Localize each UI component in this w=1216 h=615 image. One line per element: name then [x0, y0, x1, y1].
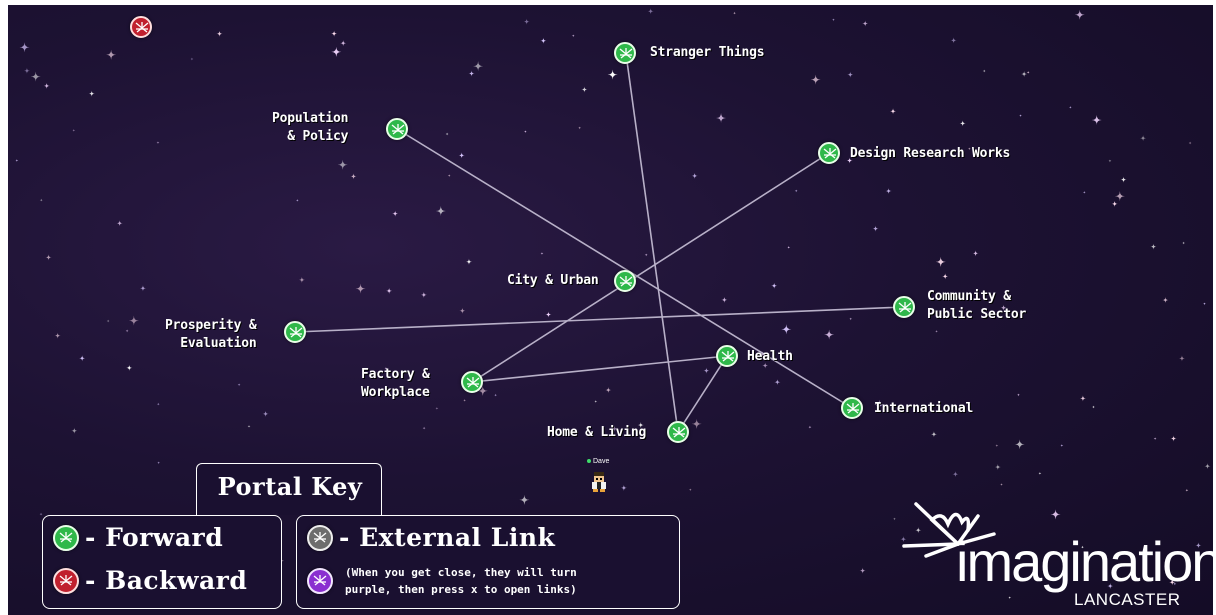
connection-line: [471, 355, 728, 383]
portal-population-policy[interactable]: [386, 118, 408, 140]
player-name: Dave: [593, 458, 610, 465]
connection-line: [625, 53, 679, 433]
portal-factory-workplace[interactable]: [461, 371, 483, 393]
connection-line: [677, 355, 728, 433]
label-line: & Policy: [287, 129, 349, 144]
key-row-external: - External Link: [307, 523, 555, 552]
portal-stranger-things[interactable]: [614, 42, 636, 64]
portal-key-directions: - Forward - Backward: [42, 515, 282, 609]
portal-home-living[interactable]: [667, 421, 689, 443]
key-external-label: - External Link: [339, 523, 556, 552]
label-line: Evaluation: [180, 336, 257, 351]
backward-portal-icon: [53, 567, 79, 594]
label-line: Workplace: [361, 385, 430, 400]
active-portal-icon: [307, 568, 333, 594]
label-line: Prosperity &: [165, 318, 257, 333]
external-link-portal-icon: [307, 524, 333, 551]
key-backward-label: - Backward: [85, 566, 248, 595]
portal-label-factory-workplace: Factory & Workplace: [361, 366, 430, 402]
portal-key-tab: Portal Key: [196, 463, 382, 515]
label-line: Factory &: [361, 367, 430, 382]
portal-design-research-works[interactable]: [818, 142, 840, 164]
player-name-tag: Dave: [587, 458, 609, 465]
portal-prosperity-evaluation[interactable]: [284, 321, 306, 343]
portal-label-health: Health: [747, 349, 793, 364]
portal-key-title: Portal Key: [217, 472, 363, 501]
portal-label-design-research-works: Design Research Works: [850, 146, 1011, 161]
portal-city-urban[interactable]: [614, 270, 636, 292]
portal-health[interactable]: [716, 345, 738, 367]
online-dot-icon: [587, 459, 591, 464]
key-row-active: (When you get close, they will turn purpl…: [307, 564, 577, 598]
key-row-backward: - Backward: [53, 566, 247, 595]
label-line: Public Sector: [927, 307, 1027, 322]
portal-label-home-living: Home & Living: [547, 425, 647, 440]
frame-edge-left: [0, 0, 8, 615]
portal-international[interactable]: [841, 397, 863, 419]
portal-label-stranger-things: Stranger Things: [650, 45, 765, 60]
key-external-note: (When you get close, they will turn purpl…: [345, 564, 577, 598]
forward-portal-icon: [53, 524, 79, 551]
portal-label-community-public-sector: Community & Public Sector: [927, 288, 1026, 324]
back-portal-icon[interactable]: [130, 16, 152, 38]
label-line: Community &: [927, 289, 1011, 304]
portal-label-city-urban: City & Urban: [507, 273, 599, 288]
note-line: purple, then press x to open links): [345, 583, 577, 596]
key-row-forward: - Forward: [53, 523, 223, 552]
label-line: Population: [272, 111, 349, 126]
logo-subtitle: LANCASTER: [1074, 590, 1181, 609]
frame-edge-top: [0, 0, 1216, 5]
imagination-lancaster-logo: imagination LANCASTER: [898, 500, 1216, 615]
player-avatar-icon: [592, 472, 606, 492]
portal-label-international: International: [874, 401, 974, 416]
note-line: (When you get close, they will turn: [345, 566, 577, 579]
portal-label-population-policy: Population & Policy: [272, 110, 348, 146]
portal-community-public-sector[interactable]: [893, 296, 915, 318]
portal-key-external: - External Link (When you get close, the…: [296, 515, 680, 609]
portal-label-prosperity-evaluation: Prosperity & Evaluation: [165, 317, 257, 353]
logo-wordmark: imagination: [956, 530, 1216, 593]
connection-line: [294, 306, 905, 333]
key-forward-label: - Forward: [85, 523, 224, 552]
